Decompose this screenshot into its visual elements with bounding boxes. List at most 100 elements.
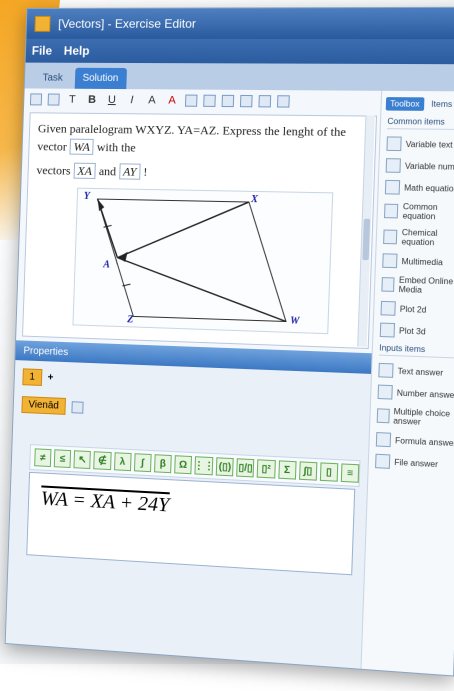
math-symbol-button[interactable]: ≠ xyxy=(34,448,52,468)
vector-wa-line xyxy=(115,258,288,322)
toolbox-item[interactable]: Common equation xyxy=(383,201,454,222)
toolbox-item-label: Math equation xyxy=(404,182,454,194)
language-option-icon[interactable] xyxy=(71,400,84,414)
math-symbol-button[interactable]: ∫▯ xyxy=(298,461,318,481)
copy-icon[interactable] xyxy=(47,93,60,106)
toolbox-item[interactable]: Chemical equation xyxy=(383,227,454,248)
toolbox-item-label: Common equation xyxy=(402,201,438,222)
window-title: [Vectors] - Exercise Editor xyxy=(57,16,197,31)
toolbox-item-label: Plot 3d xyxy=(398,325,426,337)
toolbox-item[interactable]: Plot 2d xyxy=(380,300,454,318)
menu-help[interactable]: Help xyxy=(64,44,90,58)
toolbox-item[interactable]: Plot 3d xyxy=(379,322,454,340)
math-symbol-button[interactable]: ≤ xyxy=(53,449,72,469)
formula-editor[interactable]: WA = XA + 24Y xyxy=(26,471,356,576)
bold-icon[interactable]: B xyxy=(85,94,99,106)
inputs-items-title: Inputs items xyxy=(379,343,454,359)
page-select[interactable]: 1 xyxy=(22,368,42,386)
tab-solution[interactable]: Solution xyxy=(74,67,127,90)
vector-wa-box[interactable]: WA xyxy=(69,138,95,155)
label-z: Z xyxy=(127,314,134,326)
align-center-icon[interactable] xyxy=(221,94,235,108)
common-items-list: Variable text Variable number Math equatio… xyxy=(373,136,454,340)
toolbox-item[interactable]: Text answer xyxy=(378,362,454,381)
insert-box-icon[interactable] xyxy=(276,95,290,108)
tab-toolbox[interactable]: Toolbox xyxy=(385,97,425,111)
math-symbol-button[interactable]: (▯) xyxy=(215,457,235,477)
toolbox-item-icon xyxy=(385,158,401,173)
math-symbol-button[interactable]: ∫ xyxy=(133,453,152,473)
math-symbol-button[interactable]: ▯² xyxy=(257,459,276,479)
toolbox-item-label: Variable text xyxy=(405,139,453,150)
font-color-icon[interactable]: A xyxy=(165,94,180,106)
add-page-button[interactable]: + xyxy=(47,372,53,383)
toolbox-item-label: Embed Online Media xyxy=(398,275,454,295)
toolbox-item-label: Formula answer xyxy=(394,435,454,448)
language-row: Vienād xyxy=(21,396,84,416)
toolbox-item[interactable]: Multimedia xyxy=(382,253,454,270)
toolbox-item[interactable]: Formula answer xyxy=(375,432,454,450)
toolbox-item-icon xyxy=(382,253,398,269)
format-toolbar: T B U I A A xyxy=(24,88,382,113)
toolbox-item-icon xyxy=(377,384,393,400)
math-symbol-button[interactable]: ≡ xyxy=(340,463,360,483)
math-symbol-button[interactable]: ∉ xyxy=(93,451,112,471)
font-icon[interactable]: A xyxy=(145,94,159,106)
toolbox-item[interactable]: Number answer xyxy=(377,384,454,403)
label-y: Y xyxy=(83,190,91,202)
toolbox-item-label: Multiple choice answer xyxy=(393,406,451,427)
vector-ay-box[interactable]: AY xyxy=(118,163,141,180)
math-symbol-button[interactable]: ▯/▯ xyxy=(236,458,255,478)
language-dropdown[interactable]: Vienād xyxy=(21,396,66,415)
link-icon[interactable] xyxy=(258,95,272,108)
toolbox-item[interactable]: Variable number xyxy=(385,158,454,174)
font-size-icon[interactable]: T xyxy=(65,94,79,106)
math-symbol-button[interactable]: β xyxy=(153,454,172,474)
math-symbol-button[interactable]: ⋮⋮ xyxy=(194,456,214,476)
math-symbol-button[interactable]: ↖ xyxy=(73,450,92,470)
toolbox-item[interactable]: Embed Online Media xyxy=(381,275,454,296)
arrowhead-y xyxy=(97,198,105,211)
page-row: 1 + xyxy=(22,368,53,386)
toolbox-item-label: Multimedia xyxy=(401,256,444,267)
save-icon[interactable] xyxy=(29,93,43,106)
align-left-icon[interactable] xyxy=(203,94,216,107)
menu-file[interactable]: File xyxy=(32,44,53,58)
underline-icon[interactable]: U xyxy=(105,94,119,106)
label-w: W xyxy=(289,315,300,328)
toolbox-item-label: File answer xyxy=(394,457,439,469)
label-a: A xyxy=(103,259,111,271)
toolbox-item-icon xyxy=(381,277,395,292)
math-symbol-button[interactable]: Σ xyxy=(277,460,297,480)
exercise-editor-window: [Vectors] - Exercise Editor File Help Ta… xyxy=(4,6,454,677)
task-text-vectors: vectors xyxy=(36,163,71,178)
task-text-editor[interactable]: Given paralelogram WXYZ. YA=AZ. Express … xyxy=(22,112,378,350)
tab-items[interactable]: Items xyxy=(427,97,454,111)
parallelogram-svg xyxy=(73,189,332,333)
math-symbol-button[interactable]: ▯ xyxy=(319,462,339,482)
task-text-and: and xyxy=(98,164,117,179)
title-bar: [Vectors] - Exercise Editor xyxy=(26,7,454,40)
formula-text: WA = XA + 24Y xyxy=(41,487,170,517)
vector-xa-box[interactable]: XA xyxy=(73,162,97,179)
task-text-with-the: with the xyxy=(96,139,136,155)
toolbox-item-icon xyxy=(384,179,401,195)
toolbox-item[interactable]: Variable text xyxy=(386,136,454,152)
toolbox-item-icon xyxy=(376,408,390,424)
math-symbol-button[interactable]: λ xyxy=(113,452,132,472)
toolbox-tabs: Toolbox Items xyxy=(385,97,454,111)
task-text-bang: ! xyxy=(143,164,148,179)
math-symbol-button[interactable]: Ω xyxy=(174,455,193,475)
toolbox-item-icon xyxy=(380,300,396,316)
highlight-icon[interactable] xyxy=(184,94,198,107)
align-right-icon[interactable] xyxy=(239,94,253,108)
scroll-thumb[interactable] xyxy=(362,218,371,261)
editor-tabs: Task Solution xyxy=(24,62,454,92)
toolbox-item[interactable]: Math equation xyxy=(384,179,454,196)
tab-task[interactable]: Task xyxy=(34,68,71,89)
perspective-stage: [Vectors] - Exercise Editor File Help Ta… xyxy=(0,0,454,691)
toolbox-item[interactable]: Multiple choice answer xyxy=(376,406,454,428)
italic-icon[interactable]: I xyxy=(125,94,139,106)
app-icon xyxy=(34,15,51,32)
toolbox-item[interactable]: File answer xyxy=(375,453,454,473)
